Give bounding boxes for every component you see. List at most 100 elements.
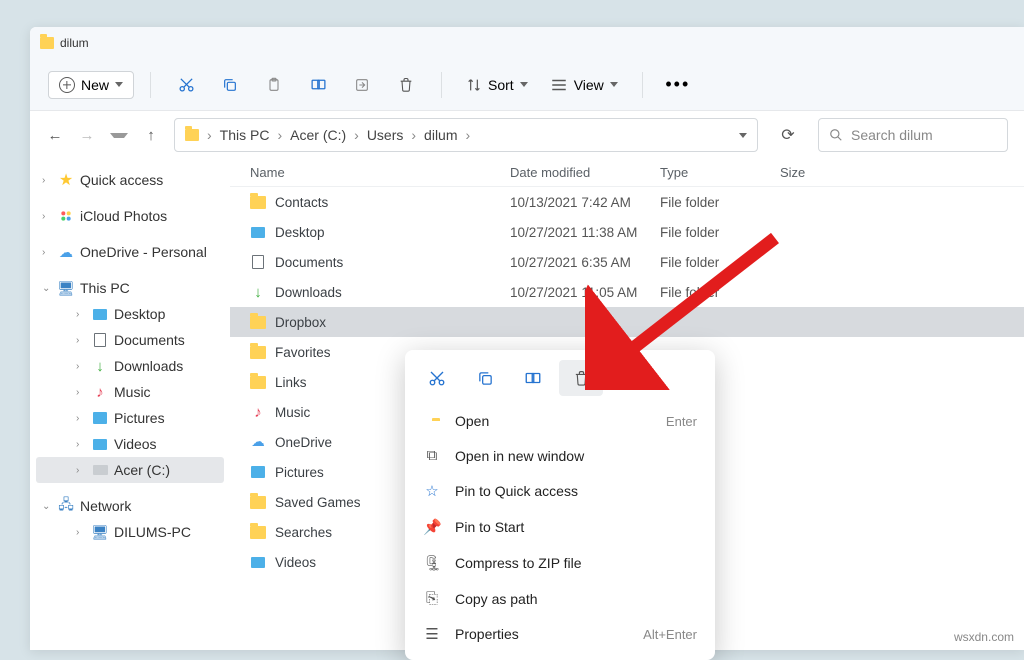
nav-forward-button[interactable]: → [78, 127, 96, 144]
file-row[interactable]: Contacts 10/13/2021 7:42 AMFile folder [230, 187, 1024, 217]
toolbar: New Sort View ••• [30, 59, 1024, 111]
videos-icon [93, 439, 107, 450]
file-row[interactable]: ↓Downloads10/27/2021 11:05 AMFile folder [230, 277, 1024, 307]
file-date: 10/13/2021 7:42 AM [510, 195, 660, 210]
music-icon: ♪ [92, 384, 108, 400]
nav-quick-access[interactable]: ›★Quick access [36, 167, 224, 193]
chevron-down-icon [520, 82, 528, 87]
nav-this-pc[interactable]: ⌄🖥This PC [36, 275, 224, 301]
nav-documents[interactable]: ›Documents [36, 327, 224, 353]
file-name: Saved Games [275, 495, 361, 510]
ctx-cut-button[interactable] [415, 360, 459, 396]
file-type: File folder [660, 285, 780, 300]
ctx-open-new-window[interactable]: ⧉Open in new window [413, 438, 707, 473]
file-row[interactable]: Dropbox [230, 307, 1024, 337]
chevron-right-icon: › [203, 127, 216, 143]
crumb[interactable]: Acer (C:) [290, 127, 346, 143]
file-icon [250, 344, 266, 360]
ctx-zip[interactable]: 🗜Compress to ZIP file [413, 545, 707, 581]
nav-icloud[interactable]: ›iCloud Photos [36, 203, 224, 229]
ctx-properties[interactable]: ☰PropertiesAlt+Enter [413, 616, 707, 652]
crumb[interactable]: This PC [220, 127, 270, 143]
ctx-copy-path[interactable]: ⎘Copy as path [413, 581, 707, 616]
ctx-pin-start[interactable]: 📌Pin to Start [413, 509, 707, 545]
search-icon [829, 128, 843, 142]
search-input[interactable]: Search dilum [818, 118, 1008, 152]
file-name: Desktop [275, 225, 325, 240]
context-menu: OpenEnter ⧉Open in new window ☆Pin to Qu… [405, 350, 715, 660]
ctx-delete-button[interactable] [559, 360, 603, 396]
nav-back-button[interactable]: ← [46, 127, 64, 144]
file-row[interactable]: Documents10/27/2021 6:35 AMFile folder [230, 247, 1024, 277]
folder-icon [40, 37, 54, 49]
rename-button[interactable] [299, 66, 337, 104]
nav-pictures[interactable]: ›Pictures [36, 405, 224, 431]
file-type: File folder [660, 195, 780, 210]
nav-acer-drive[interactable]: ›Acer (C:) [36, 457, 224, 483]
crumb[interactable]: Users [367, 127, 404, 143]
delete-button[interactable] [387, 66, 425, 104]
file-name: Favorites [275, 345, 331, 360]
nav-videos[interactable]: ›Videos [36, 431, 224, 457]
new-button[interactable]: New [48, 71, 134, 99]
ctx-pin-quick[interactable]: ☆Pin to Quick access [413, 473, 707, 509]
sort-label: Sort [488, 77, 514, 93]
crumb[interactable]: dilum [424, 127, 457, 143]
ctx-copy-button[interactable] [463, 360, 507, 396]
watermark: wsxdn.com [954, 630, 1014, 644]
nav-onedrive[interactable]: ›☁OneDrive - Personal [36, 239, 224, 265]
nav-up-button[interactable]: ↑ [142, 127, 160, 144]
more-button[interactable]: ••• [659, 66, 697, 104]
view-label: View [574, 77, 604, 93]
sort-button[interactable]: Sort [458, 72, 536, 98]
title-text: dilum [60, 36, 89, 50]
icloud-icon [58, 208, 74, 224]
col-name[interactable]: Name [250, 165, 510, 180]
copy-button[interactable] [211, 66, 249, 104]
context-menu-toolbar [413, 358, 707, 404]
file-date: 10/27/2021 11:05 AM [510, 285, 660, 300]
col-date[interactable]: Date modified [510, 165, 660, 180]
separator [150, 72, 151, 98]
pc-icon: 🖥 [58, 280, 74, 296]
file-icon [250, 224, 266, 240]
file-name: Music [275, 405, 310, 420]
nav-downloads[interactable]: ›↓Downloads [36, 353, 224, 379]
file-name: Contacts [275, 195, 328, 210]
col-type[interactable]: Type [660, 165, 780, 180]
breadcrumb[interactable]: › This PC› Acer (C:)› Users› dilum› [174, 118, 758, 152]
view-button[interactable]: View [542, 72, 626, 98]
titlebar: dilum [30, 27, 1024, 59]
nav-network[interactable]: ⌄🖧Network [36, 493, 224, 519]
pc-icon: 🖥 [92, 524, 108, 540]
nav-music[interactable]: ›♪Music [36, 379, 224, 405]
file-row[interactable]: Desktop 10/27/2021 11:38 AMFile folder [230, 217, 1024, 247]
window-icon: ⧉ [423, 447, 441, 464]
chevron-down-icon [610, 82, 618, 87]
file-icon [250, 554, 266, 570]
nav-desktop[interactable]: ›Desktop [36, 301, 224, 327]
file-name: Videos [275, 555, 316, 570]
ctx-open[interactable]: OpenEnter [413, 404, 707, 438]
file-icon [250, 464, 266, 480]
nav-pane: ›★Quick access ›iCloud Photos ›☁OneDrive… [30, 159, 230, 650]
separator [642, 72, 643, 98]
refresh-button[interactable]: ⟳ [772, 125, 804, 145]
share-button[interactable] [343, 66, 381, 104]
file-date: 10/27/2021 11:38 AM [510, 225, 660, 240]
file-icon [250, 314, 266, 330]
col-size[interactable]: Size [780, 165, 860, 180]
folder-icon [185, 129, 199, 141]
nav-dilums-pc[interactable]: ›🖥DILUMS-PC [36, 519, 224, 545]
ctx-rename-button[interactable] [511, 360, 555, 396]
chevron-down-icon[interactable] [739, 133, 747, 138]
cloud-icon: ☁ [58, 244, 74, 260]
separator [441, 72, 442, 98]
paste-button[interactable] [255, 66, 293, 104]
cut-button[interactable] [167, 66, 205, 104]
nav-recent-button[interactable] [110, 133, 128, 138]
column-headers: Name Date modified Type Size [230, 159, 1024, 187]
file-icon: ♪ [250, 404, 266, 420]
file-type: File folder [660, 225, 780, 240]
search-placeholder: Search dilum [851, 127, 933, 143]
